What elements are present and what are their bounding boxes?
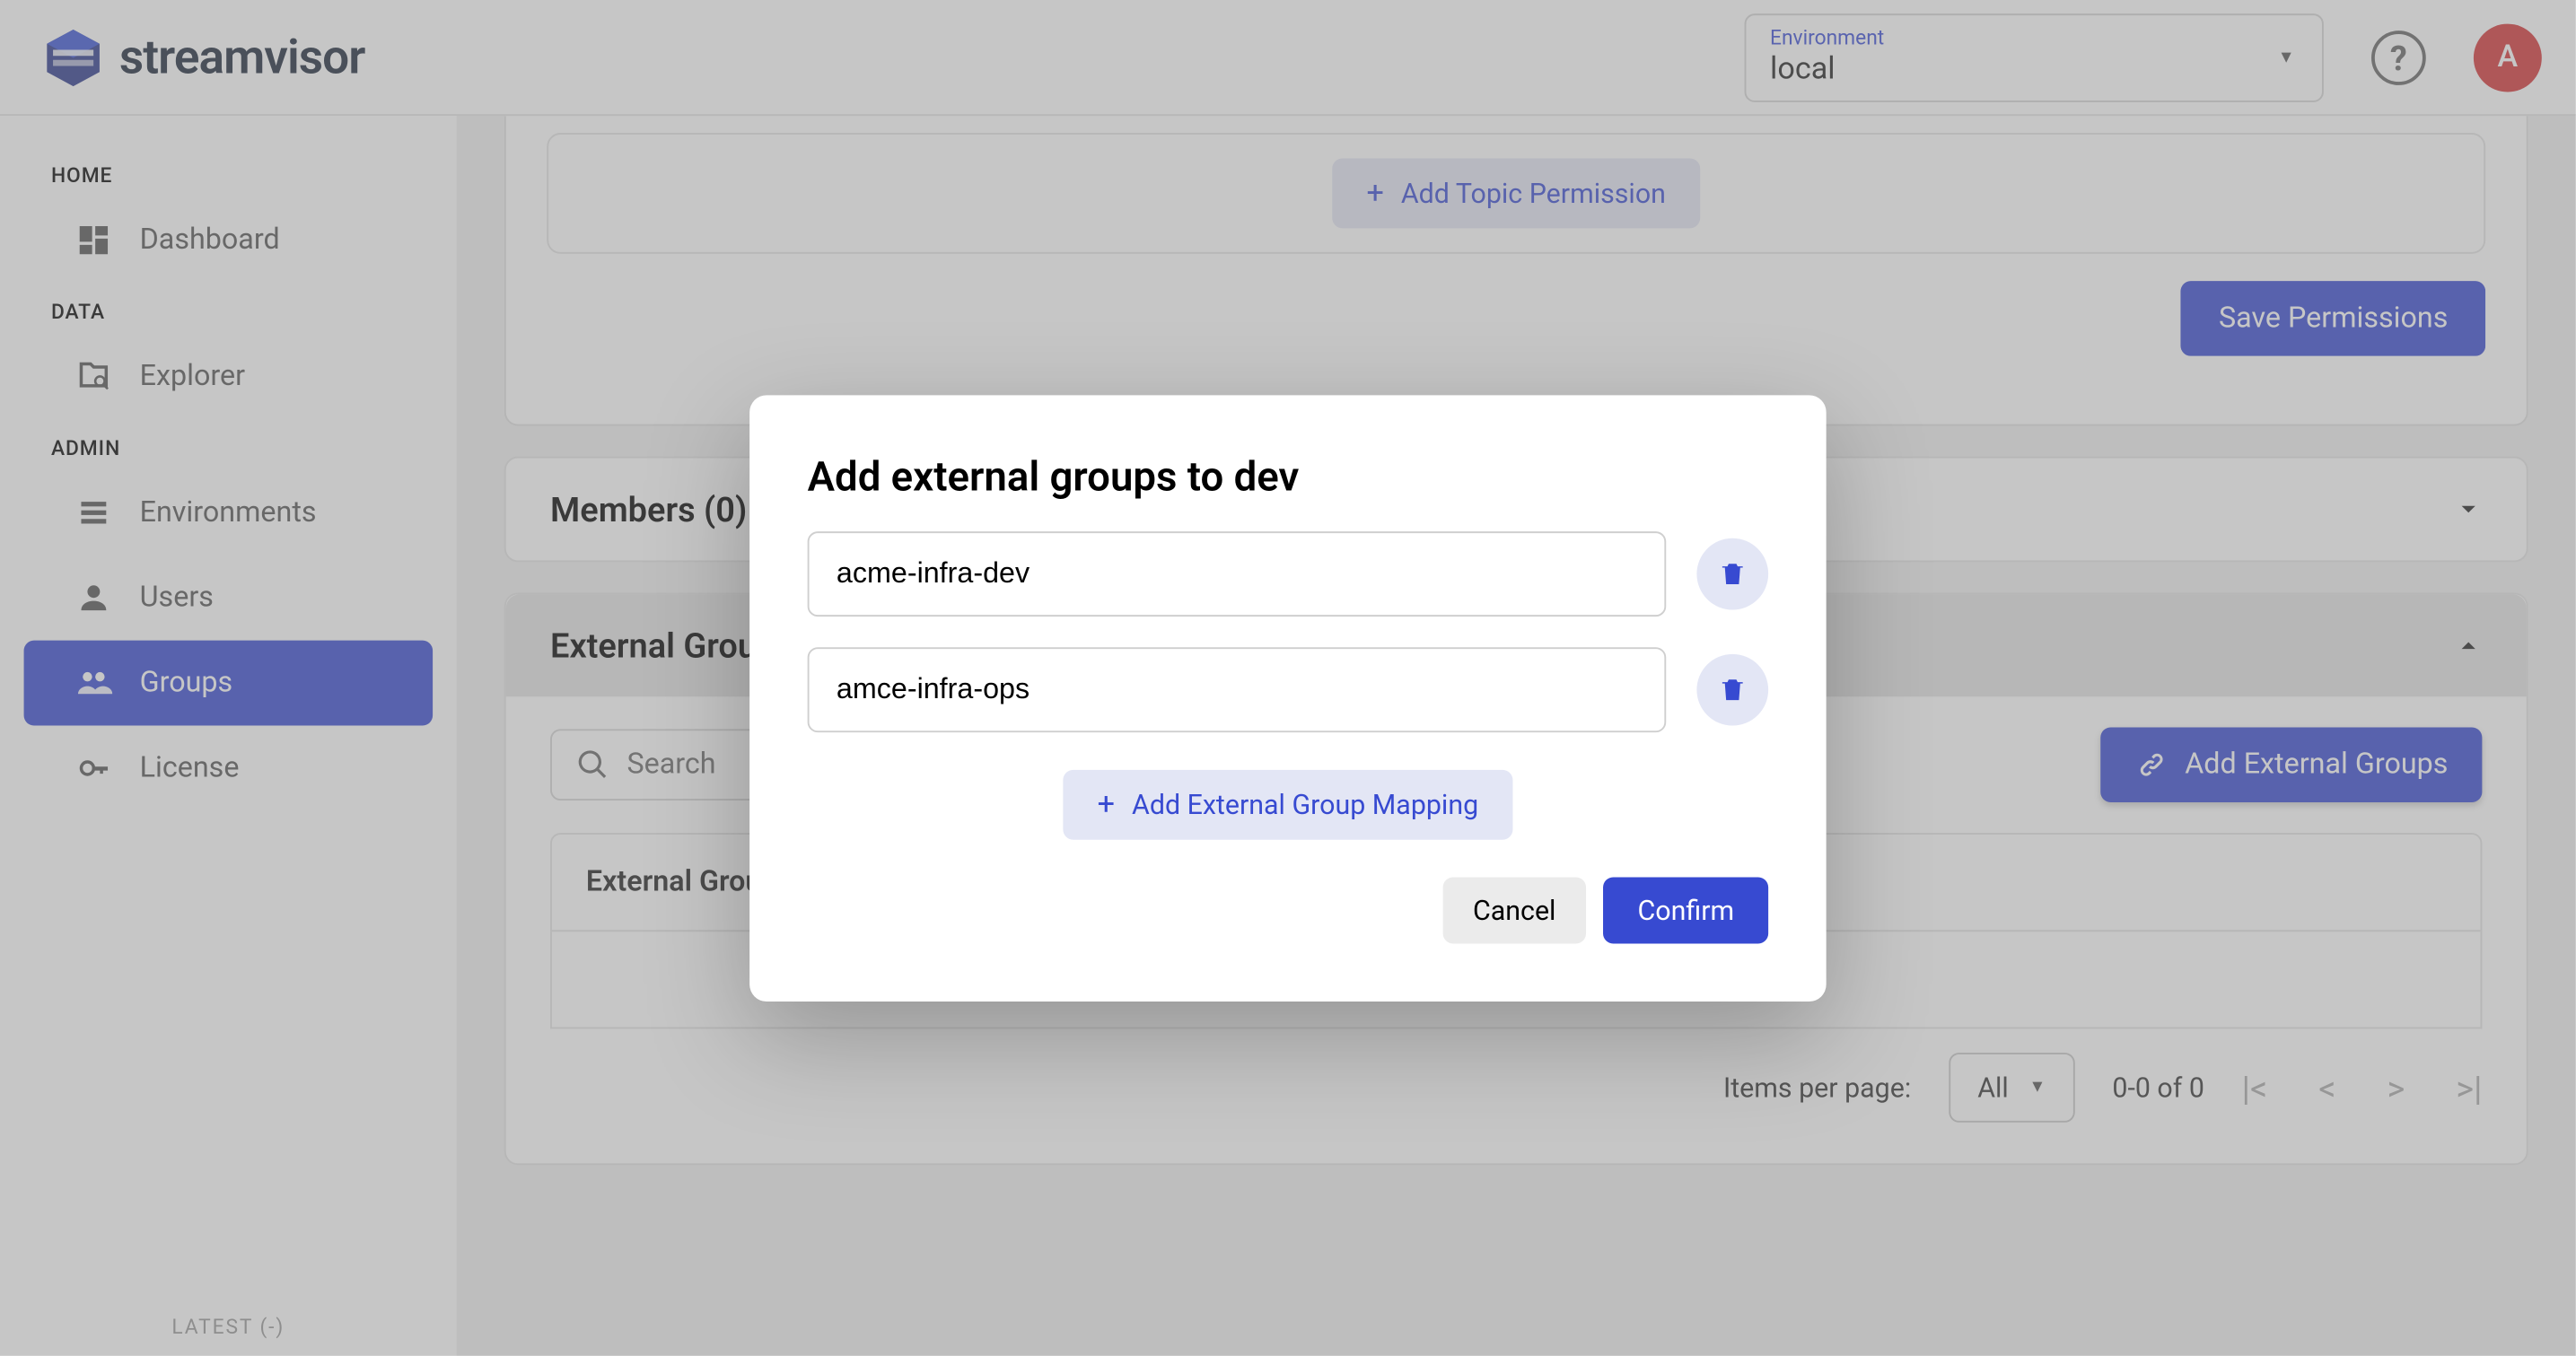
cancel-button[interactable]: Cancel: [1442, 877, 1587, 943]
confirm-button[interactable]: Confirm: [1604, 877, 1769, 943]
external-group-input-1[interactable]: [808, 531, 1667, 617]
delete-row-button[interactable]: [1696, 538, 1768, 610]
add-external-groups-modal: Add external groups to dev + Add Externa…: [749, 395, 1827, 1002]
plus-icon: +: [1098, 787, 1115, 823]
add-external-group-mapping-button[interactable]: + Add External Group Mapping: [1064, 770, 1512, 840]
trash-icon: [1717, 559, 1748, 590]
trash-icon: [1717, 675, 1748, 705]
button-label: Cancel: [1473, 894, 1555, 926]
button-label: Confirm: [1638, 894, 1735, 926]
group-input-row: [808, 647, 1768, 732]
delete-row-button[interactable]: [1696, 654, 1768, 726]
modal-title: Add external groups to dev: [808, 453, 1768, 501]
external-group-input-2[interactable]: [808, 647, 1667, 732]
button-label: Add External Group Mapping: [1132, 789, 1478, 821]
group-input-row: [808, 531, 1768, 617]
